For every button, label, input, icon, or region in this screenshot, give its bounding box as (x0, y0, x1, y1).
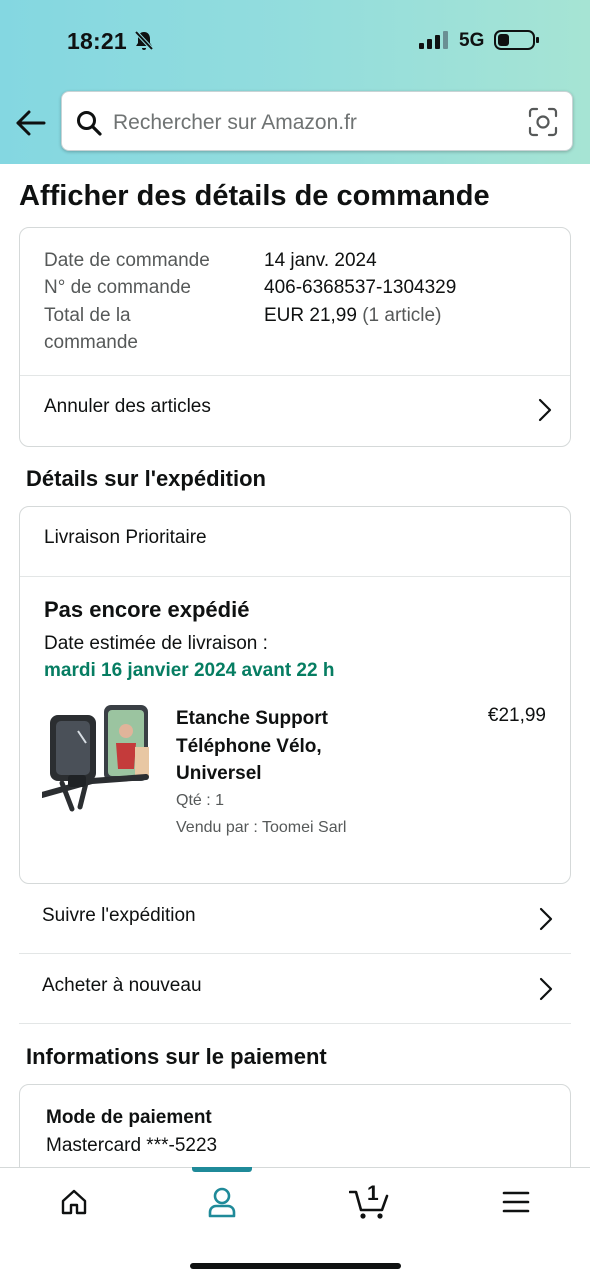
nav-home[interactable] (19, 1168, 129, 1238)
menu-icon (502, 1190, 530, 1219)
chevron-right-icon (539, 907, 553, 936)
order-total-items: (1 article) (362, 305, 442, 326)
search-input[interactable]: Rechercher sur Amazon.fr (61, 91, 573, 151)
order-date-value: 14 janv. 2024 (264, 250, 377, 271)
order-total-value: EUR 21,99 (1 article) (264, 302, 441, 329)
home-indicator (190, 1263, 401, 1269)
cancel-items-label: Annuler des articles (44, 396, 211, 417)
search-icon (76, 110, 102, 141)
camera-scan-icon[interactable] (528, 107, 558, 142)
divider (20, 576, 570, 577)
order-total-amount: EUR 21,99 (264, 305, 357, 326)
order-number-label: N° de commande (44, 277, 191, 298)
search-placeholder: Rechercher sur Amazon.fr (113, 111, 357, 134)
network-type: 5G (459, 30, 485, 51)
chevron-right-icon (538, 398, 552, 427)
product-quantity: Qté : 1 (176, 792, 225, 809)
order-total-label: Total de la (44, 305, 131, 326)
bottom-nav: 1 (0, 1167, 590, 1280)
shipment-status: Pas encore expédié (44, 597, 250, 622)
back-arrow-icon[interactable] (14, 107, 48, 139)
signal-icon (419, 30, 449, 55)
payment-method-label: Mode de paiement (46, 1107, 212, 1128)
payment-section-title: Informations sur le paiement (26, 1044, 327, 1069)
shipping-method: Livraison Prioritaire (44, 527, 207, 548)
product-seller: Vendu par : Toomei Sarl (176, 819, 347, 836)
payment-method-value: Mastercard ***-5223 (46, 1135, 218, 1156)
bell-muted-icon (134, 30, 154, 57)
track-shipment-label: Suivre l'expédition (42, 905, 196, 926)
nav-cart[interactable]: 1 (313, 1168, 423, 1238)
chevron-right-icon (539, 977, 553, 1006)
nav-account[interactable] (167, 1168, 277, 1238)
delivery-estimate-date: mardi 16 janvier 2024 avant 22 h (44, 660, 335, 681)
cart-count: 1 (367, 1182, 379, 1205)
product-price: €21,99 (487, 705, 546, 726)
app-header: 18:21 5G Rechercher sur Amazon.fr (0, 0, 590, 164)
delivery-estimate-label: Date estimée de livraison : (44, 633, 268, 654)
order-date-label: Date de commande (44, 250, 210, 271)
buy-again-label: Acheter à nouveau (42, 975, 202, 996)
product-title-link[interactable]: Etanche Support Téléphone Vélo, Universe… (176, 705, 376, 788)
product-image[interactable] (39, 703, 154, 815)
shipping-section-title: Détails sur l'expédition (26, 466, 266, 491)
order-number-value: 406-6368537-1304329 (264, 277, 457, 298)
status-time: 18:21 (67, 28, 127, 54)
battery-icon (494, 29, 540, 56)
home-icon (60, 1188, 88, 1221)
order-total-label-cont: commande (44, 332, 138, 353)
page-title: Afficher des détails de commande (19, 180, 490, 212)
cancel-items-button[interactable]: Annuler des articles (20, 376, 570, 447)
shipment-card: Livraison Prioritaire Pas encore expédié… (19, 506, 571, 884)
track-shipment-button[interactable]: Suivre l'expédition (19, 884, 571, 954)
nav-menu[interactable] (461, 1168, 571, 1238)
account-icon (207, 1186, 237, 1223)
buy-again-button[interactable]: Acheter à nouveau (19, 954, 571, 1024)
order-summary-card: Date de commande 14 janv. 2024 N° de com… (19, 227, 571, 447)
